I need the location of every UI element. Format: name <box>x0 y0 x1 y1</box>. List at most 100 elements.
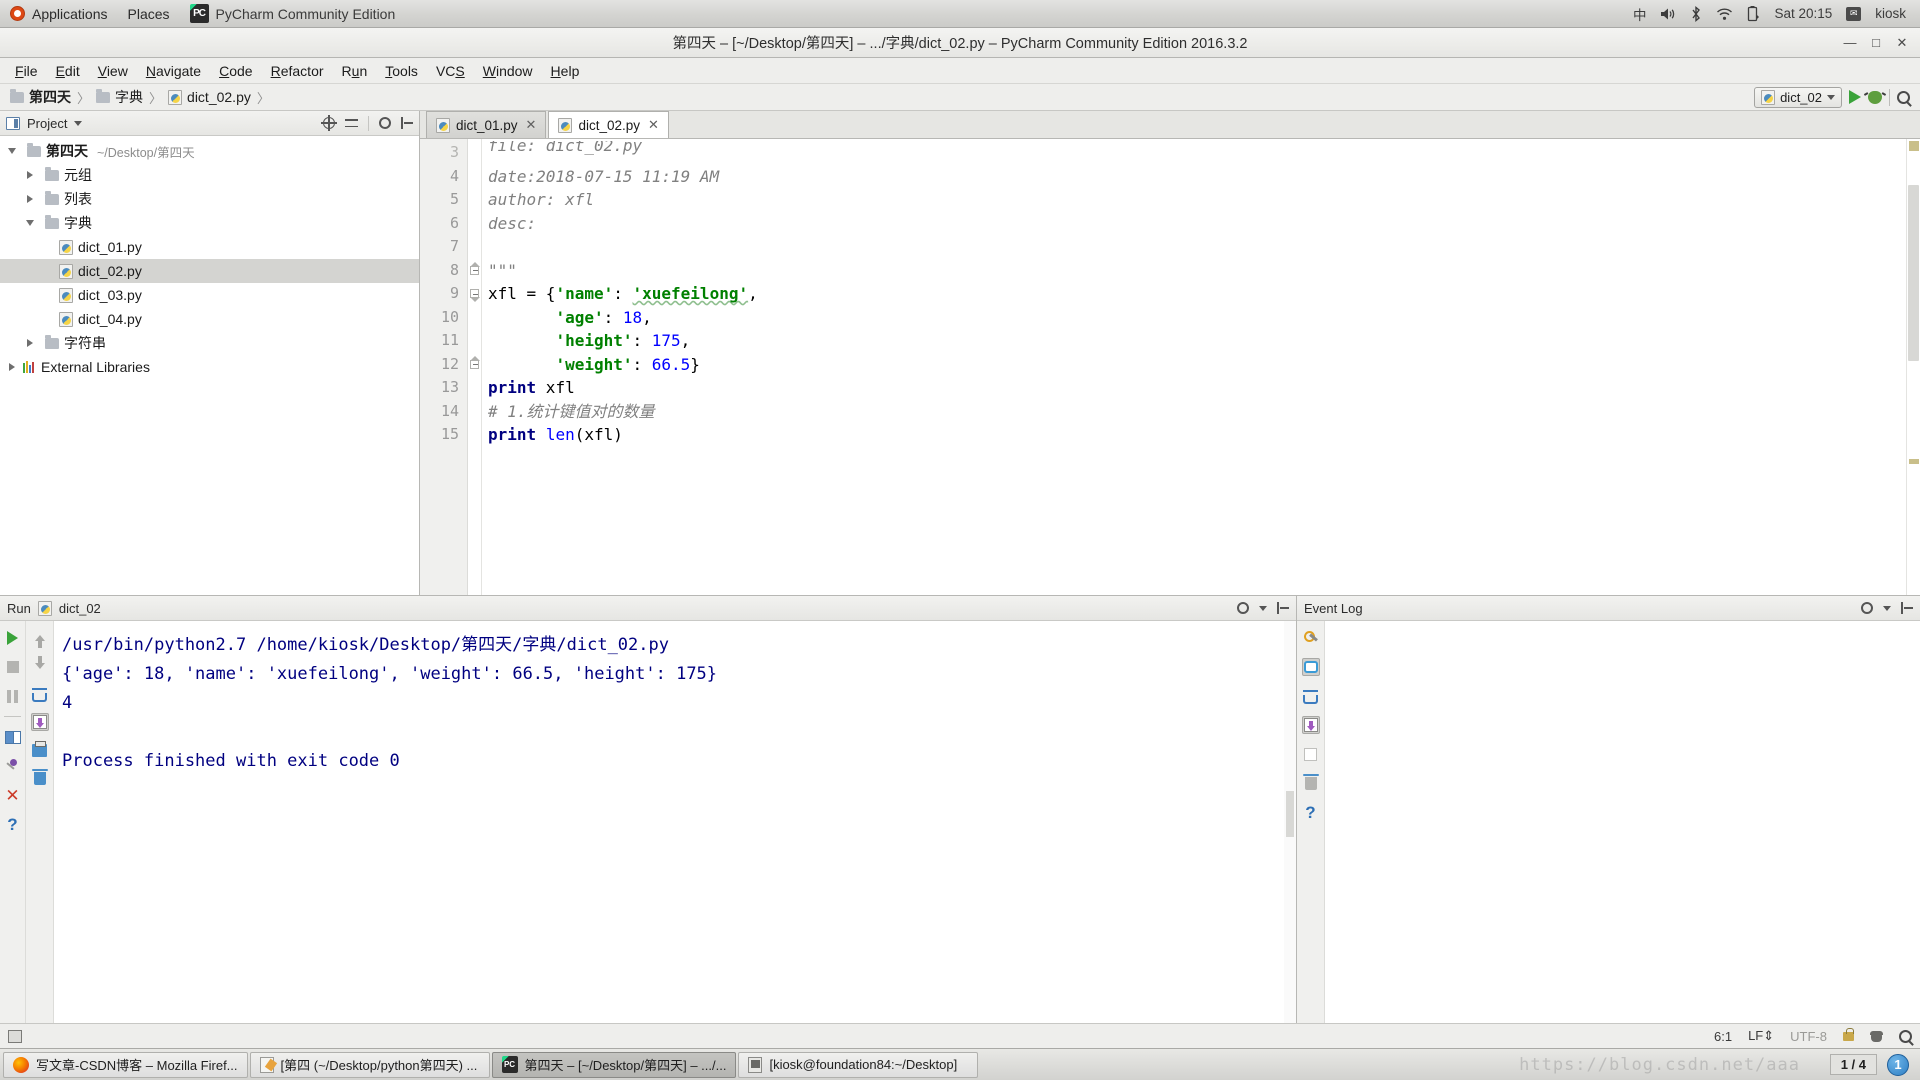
menu-item-vcs[interactable]: VCS <box>427 60 474 82</box>
rerun-button[interactable] <box>4 629 22 647</box>
hide-panel-icon[interactable] <box>1901 602 1913 614</box>
breadcrumb-item-2[interactable]: dict_02.py <box>168 89 251 105</box>
notification-badge[interactable]: 1 <box>1887 1053 1909 1076</box>
code-line[interactable]: # 1.统计键值对的数量 <box>482 400 1906 424</box>
run-icon[interactable] <box>1849 90 1861 104</box>
fold-marker[interactable] <box>468 353 481 377</box>
help-button[interactable]: ? <box>1302 803 1320 821</box>
clear-all-button[interactable] <box>1302 773 1320 792</box>
menu-item-refactor[interactable]: Refactor <box>262 60 333 82</box>
close-icon[interactable]: ✕ <box>648 117 659 133</box>
warning-marker[interactable] <box>1909 141 1919 151</box>
tree-item[interactable]: 字典 <box>0 211 419 235</box>
maximize-button[interactable]: □ <box>1864 32 1888 54</box>
applications-menu[interactable]: Applications <box>0 0 118 28</box>
active-app-menu[interactable]: PC PyCharm Community Edition <box>180 0 406 28</box>
menu-item-run[interactable]: Run <box>333 60 377 82</box>
menu-item-navigate[interactable]: Navigate <box>137 60 210 82</box>
editor-scrollbar[interactable] <box>1906 139 1920 595</box>
code-line[interactable]: xfl = {'name': 'xuefeilong', <box>482 282 1906 306</box>
menu-item-view[interactable]: View <box>89 60 137 82</box>
toggle-tool-windows-icon[interactable] <box>8 1029 22 1043</box>
code-line[interactable]: file: dict_02.py <box>482 141 1906 165</box>
scroll-to-end-button[interactable] <box>1301 716 1320 734</box>
file-encoding[interactable]: UTF-8 <box>1790 1029 1827 1044</box>
stop-button[interactable] <box>4 658 22 676</box>
gear-icon[interactable] <box>1861 602 1873 614</box>
menu-item-code[interactable]: Code <box>210 60 261 82</box>
taskbar-window-2[interactable]: PC 第四天 – [~/Desktop/第四天] – .../... <box>491 1051 737 1078</box>
event-log-content[interactable] <box>1325 621 1920 1023</box>
code-line[interactable]: date:2018-07-15 11:19 AM <box>482 165 1906 189</box>
caret-position[interactable]: 6:1 <box>1714 1029 1732 1044</box>
tree-item[interactable]: dict_03.py <box>0 283 419 307</box>
breadcrumb-item-0[interactable]: 第四天 <box>10 87 71 107</box>
lock-icon[interactable] <box>1843 1027 1854 1041</box>
editor-tab-dict_01-py[interactable]: dict_01.py ✕ <box>426 111 547 138</box>
tree-item[interactable]: dict_04.py <box>0 307 419 331</box>
search-icon[interactable] <box>1899 1029 1912 1043</box>
close-icon[interactable]: ✕ <box>526 117 537 133</box>
scrollbar-thumb[interactable] <box>1908 185 1919 361</box>
line-separator[interactable]: LF⇕ <box>1748 1028 1774 1044</box>
code-line[interactable] <box>482 235 1906 259</box>
code-editor[interactable]: file: dict_02.py date:2018-07-15 11:19 AM… <box>482 139 1906 595</box>
chevron-right-icon[interactable] <box>24 339 36 347</box>
code-line[interactable]: 'height': 175, <box>482 329 1906 353</box>
code-line[interactable]: 'weight': 66.5} <box>482 353 1906 377</box>
gear-icon[interactable] <box>379 117 391 129</box>
pin-tab-button[interactable] <box>4 757 22 775</box>
volume-icon[interactable] <box>1660 7 1676 21</box>
taskbar-window-1[interactable]: [第四 (~/Desktop/python第四天) ... <box>249 1051 490 1078</box>
scroll-from-source-icon[interactable] <box>321 115 337 131</box>
tree-item[interactable]: 字符串 <box>0 331 419 355</box>
tree-item[interactable]: 元组 <box>0 163 419 187</box>
scroll-up-button[interactable] <box>31 629 49 648</box>
breadcrumb-item-1[interactable]: 字典 <box>96 87 143 107</box>
chevron-down-icon[interactable] <box>1883 605 1891 611</box>
code-line[interactable]: desc: <box>482 212 1906 236</box>
search-icon[interactable] <box>1897 90 1910 104</box>
minimize-button[interactable]: — <box>1838 32 1862 54</box>
menu-item-file[interactable]: File <box>6 60 47 82</box>
tree-item[interactable]: 列表 <box>0 187 419 211</box>
tree-item[interactable]: dict_02.py <box>0 259 419 283</box>
chevron-right-icon[interactable] <box>6 363 18 371</box>
tree-item[interactable]: dict_01.py <box>0 235 419 259</box>
balloon-notifications-button[interactable] <box>1301 658 1320 676</box>
battery-icon[interactable] <box>1747 5 1760 22</box>
workspace-switcher[interactable]: 1 / 4 <box>1829 1054 1877 1075</box>
clock[interactable]: Sat 20:15 <box>1774 6 1832 21</box>
input-method-icon[interactable]: 中 <box>1633 4 1647 24</box>
debug-icon[interactable] <box>1868 90 1882 104</box>
hide-panel-icon[interactable] <box>401 117 413 129</box>
taskbar-window-3[interactable]: [kiosk@foundation84:~/Desktop] <box>738 1051 979 1078</box>
code-line[interactable]: 'age': 18, <box>482 306 1906 330</box>
code-line[interactable]: """ <box>482 259 1906 283</box>
scroll-down-button[interactable] <box>31 656 49 675</box>
clear-all-button[interactable] <box>31 768 49 787</box>
scrollbar-thumb[interactable] <box>1286 791 1294 837</box>
menu-item-window[interactable]: Window <box>474 60 542 82</box>
fold-marker[interactable] <box>468 282 481 306</box>
code-line[interactable]: print len(xfl) <box>482 423 1906 447</box>
pause-button[interactable] <box>4 687 22 705</box>
close-button[interactable]: ✕ <box>4 786 22 804</box>
fold-marker[interactable] <box>468 259 481 283</box>
help-button[interactable]: ? <box>4 815 22 833</box>
run-console-output[interactable]: /usr/bin/python2.7 /home/kiosk/Desktop/第… <box>54 621 1296 1023</box>
hector-icon[interactable] <box>1870 1030 1883 1043</box>
close-button[interactable]: ✕ <box>1890 32 1914 54</box>
tree-item[interactable]: 第四天 ~/Desktop/第四天 <box>0 139 419 163</box>
chevron-down-icon[interactable] <box>6 148 18 154</box>
wifi-icon[interactable] <box>1716 7 1733 21</box>
collapse-all-icon[interactable] <box>345 117 358 129</box>
chevron-right-icon[interactable] <box>24 195 36 203</box>
chevron-down-icon[interactable] <box>1259 605 1267 611</box>
run-configuration-selector[interactable]: dict_02 <box>1754 86 1842 108</box>
bluetooth-icon[interactable] <box>1690 5 1702 22</box>
chevron-right-icon[interactable] <box>24 171 36 179</box>
scroll-to-end-button[interactable] <box>30 713 49 731</box>
mark-read-button[interactable] <box>1302 745 1320 763</box>
print-button[interactable] <box>31 740 49 759</box>
